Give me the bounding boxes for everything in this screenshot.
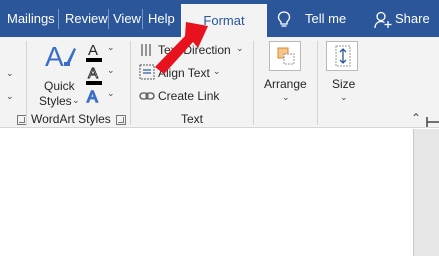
- chevron-down-icon: ⌄: [282, 92, 290, 102]
- chevron-down-icon: ⌄: [236, 43, 244, 53]
- quick-styles-label-line1: Quick: [44, 79, 75, 93]
- text-group-label: Text: [181, 112, 204, 126]
- create-link-label: Create Link: [158, 89, 220, 103]
- chevron-down-icon: ⌄: [107, 42, 115, 52]
- chevron-down-icon[interactable]: ⌄: [6, 91, 14, 102]
- tab-view[interactable]: View: [113, 0, 141, 37]
- svg-text:A: A: [45, 42, 64, 72]
- tab-review[interactable]: Review: [65, 0, 108, 37]
- tab-separator: [58, 9, 59, 29]
- quick-styles-label-line2: Styles: [39, 94, 72, 108]
- ruler-tab-icon[interactable]: [423, 115, 439, 129]
- svg-text:A: A: [88, 42, 98, 59]
- tab-separator: [108, 9, 109, 29]
- collapse-ribbon-icon[interactable]: ⌃: [411, 111, 421, 125]
- svg-text:A: A: [87, 89, 98, 106]
- ribbon-tab-bar: Mailings Review View Help Format Tell me…: [0, 0, 439, 38]
- group-separator: [26, 41, 27, 125]
- tab-mailings[interactable]: Mailings: [7, 0, 55, 37]
- group-separator: [317, 41, 318, 125]
- svg-text:A: A: [88, 65, 98, 82]
- share-button-label[interactable]: Share: [395, 0, 430, 37]
- group-separator: [253, 41, 254, 125]
- chevron-down-icon: ⌄: [72, 95, 80, 105]
- share-person-icon[interactable]: [374, 11, 392, 29]
- wordart-styles-group-label: WordArt Styles: [31, 112, 111, 126]
- text-effects-icon: A: [86, 88, 98, 106]
- text-fill-icon: A: [86, 42, 102, 62]
- link-icon: [139, 92, 155, 100]
- arrange-label: Arrange: [264, 77, 307, 91]
- annotation-arrow-icon: [155, 22, 208, 74]
- chevron-down-icon: ⌄: [107, 88, 115, 98]
- group-separator: [130, 41, 131, 125]
- size-label: Size: [332, 77, 356, 91]
- document-page[interactable]: [0, 129, 414, 256]
- chevron-down-icon[interactable]: ⌄: [6, 68, 14, 79]
- lightbulb-icon[interactable]: [277, 11, 291, 29]
- chevron-down-icon: ⌄: [340, 92, 348, 102]
- wordart-a-icon: A: [45, 42, 76, 72]
- chevron-down-icon: ⌄: [213, 66, 221, 76]
- tab-separator: [142, 9, 143, 29]
- document-area: [0, 117, 439, 256]
- tell-me-search[interactable]: Tell me: [305, 0, 346, 37]
- ribbon: ⌄ ⌄ A Quick Styles ⌄ A ⌄ A ⌄ A ⌄ WordArt…: [0, 37, 439, 128]
- text-outline-icon: A: [86, 65, 102, 85]
- arrange-icon: [269, 41, 301, 71]
- chevron-down-icon: ⌄: [107, 65, 115, 75]
- dialog-launcher-icon[interactable]: [116, 115, 126, 125]
- size-icon: [326, 41, 358, 71]
